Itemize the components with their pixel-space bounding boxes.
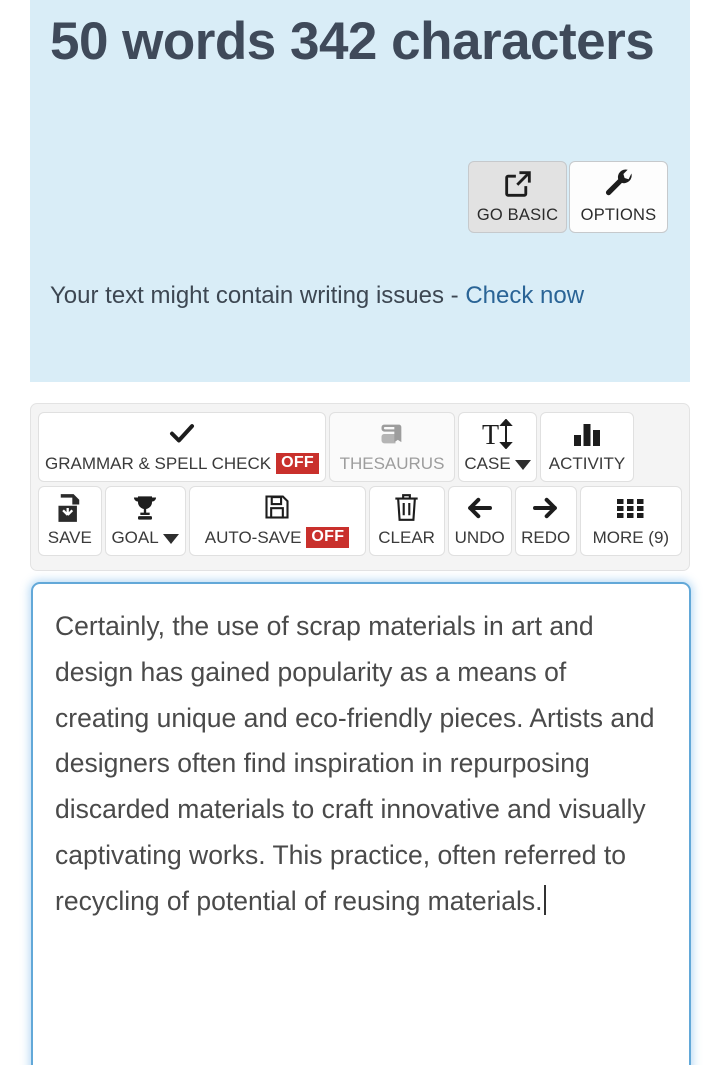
- auto-save-status-badge: OFF: [306, 527, 350, 548]
- activity-label: ACTIVITY: [548, 454, 626, 473]
- check-now-link[interactable]: Check now: [465, 282, 584, 309]
- floppy-disk-icon: [263, 487, 291, 527]
- grammar-status-badge: OFF: [276, 453, 319, 474]
- case-label: CASE: [464, 454, 511, 473]
- chevron-down-icon: [514, 460, 531, 470]
- auto-save-label: AUTO-SAVE: [204, 527, 302, 547]
- redo-button[interactable]: REDO: [514, 486, 577, 556]
- case-button[interactable]: T CASE: [458, 412, 537, 482]
- chevron-down-icon: [162, 534, 179, 544]
- clear-label: CLEAR: [378, 528, 435, 547]
- options-label: OPTIONS: [580, 206, 657, 224]
- arrow-left-icon: [464, 487, 495, 528]
- clear-button[interactable]: CLEAR: [368, 486, 445, 556]
- text-editor-textarea[interactable]: Certainly, the use of scrap materials in…: [31, 582, 691, 1065]
- toolbar-row-1: GRAMMAR & SPELL CHECK OFF THESAURUS T CA…: [38, 412, 682, 482]
- editor-text: Certainly, the use of scrap materials in…: [55, 611, 655, 916]
- goal-button[interactable]: GOAL: [104, 486, 186, 556]
- more-label: MORE (9): [592, 528, 670, 547]
- grammar-spell-check-button[interactable]: GRAMMAR & SPELL CHECK OFF: [38, 412, 326, 482]
- stats-banner: 50 words 342 characters GO BASIC OPTIONS…: [30, 0, 690, 382]
- editor-toolbar: GRAMMAR & SPELL CHECK OFF THESAURUS T CA…: [30, 403, 690, 571]
- thesaurus-button[interactable]: THESAURUS: [329, 412, 455, 482]
- text-editor-page: 50 words 342 characters GO BASIC OPTIONS…: [0, 0, 720, 1065]
- redo-label: REDO: [521, 528, 571, 547]
- toolbar-row-2: SAVE GOAL AUTO-SAVE OFF CLEAR UNDO REDO …: [38, 486, 682, 556]
- go-basic-button[interactable]: GO BASIC: [468, 161, 567, 233]
- text-height-icon: T: [481, 413, 515, 454]
- bar-chart-icon: [572, 413, 602, 454]
- arrow-right-icon: [530, 487, 561, 528]
- undo-label: UNDO: [454, 528, 505, 547]
- book-icon: [377, 413, 407, 454]
- go-basic-label: GO BASIC: [476, 206, 559, 224]
- grammar-spell-check-label: GRAMMAR & SPELL CHECK: [45, 453, 272, 473]
- trophy-icon: [130, 487, 160, 528]
- grid-icon: [616, 487, 646, 528]
- undo-button[interactable]: UNDO: [447, 486, 512, 556]
- more-button[interactable]: MORE (9): [579, 486, 682, 556]
- activity-button[interactable]: ACTIVITY: [540, 412, 634, 482]
- save-label: SAVE: [47, 528, 92, 547]
- svg-text:T: T: [482, 420, 499, 449]
- file-download-icon: [56, 487, 84, 528]
- thesaurus-label: THESAURUS: [339, 454, 445, 473]
- notice-text: Your text might contain writing issues -: [50, 282, 466, 309]
- external-link-icon: [501, 162, 535, 206]
- editor-container: Certainly, the use of scrap materials in…: [31, 582, 691, 1065]
- options-button[interactable]: OPTIONS: [569, 161, 668, 233]
- goal-label: GOAL: [111, 528, 159, 547]
- wrench-icon: [603, 162, 635, 206]
- save-button[interactable]: SAVE: [38, 486, 102, 556]
- writing-issues-notice: Your text might contain writing issues -…: [50, 276, 650, 316]
- trash-icon: [393, 487, 420, 528]
- check-icon: [167, 413, 197, 453]
- auto-save-button[interactable]: AUTO-SAVE OFF: [188, 486, 366, 556]
- text-cursor: [543, 884, 546, 915]
- word-character-count: 50 words 342 characters: [50, 12, 655, 71]
- banner-button-group: GO BASIC OPTIONS: [468, 161, 668, 233]
